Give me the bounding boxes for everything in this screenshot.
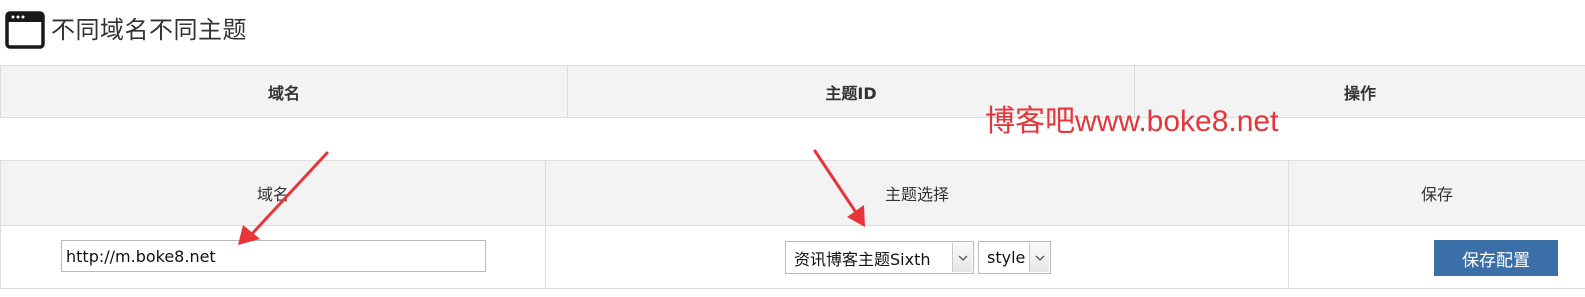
column-header-theme-select: 主题选择 [545, 160, 1289, 226]
config-table: 域名 主题选择 保存 资讯博客主题Sixth style 保存配置 [0, 160, 1585, 289]
watermark-text: 博客吧www.boke8.net [985, 105, 1279, 138]
save-config-button[interactable]: 保存配置 [1434, 240, 1558, 276]
page-header: 不同域名不同主题 [5, 10, 247, 50]
header-table: 域名 主题ID 操作 [0, 65, 1585, 118]
domain-input[interactable] [61, 240, 486, 272]
chevron-down-icon[interactable] [952, 243, 972, 272]
table-row: 资讯博客主题Sixth style 保存配置 [0, 225, 1585, 289]
page-title: 不同域名不同主题 [51, 16, 247, 44]
chevron-down-icon[interactable] [1029, 243, 1049, 272]
column-header-domain: 域名 [0, 160, 546, 226]
domain-cell [0, 225, 546, 289]
theme-cell: 资讯博客主题Sixth style [545, 225, 1289, 289]
column-header-domain: 域名 [0, 65, 568, 118]
save-cell: 保存配置 [1288, 225, 1585, 289]
theme-select[interactable]: 资讯博客主题Sixth [785, 241, 974, 274]
window-icon [5, 11, 45, 49]
style-select-value: style [987, 248, 1026, 267]
style-select[interactable]: style [978, 241, 1051, 274]
theme-select-value: 资讯博客主题Sixth [794, 249, 931, 269]
column-header-save: 保存 [1288, 160, 1585, 226]
